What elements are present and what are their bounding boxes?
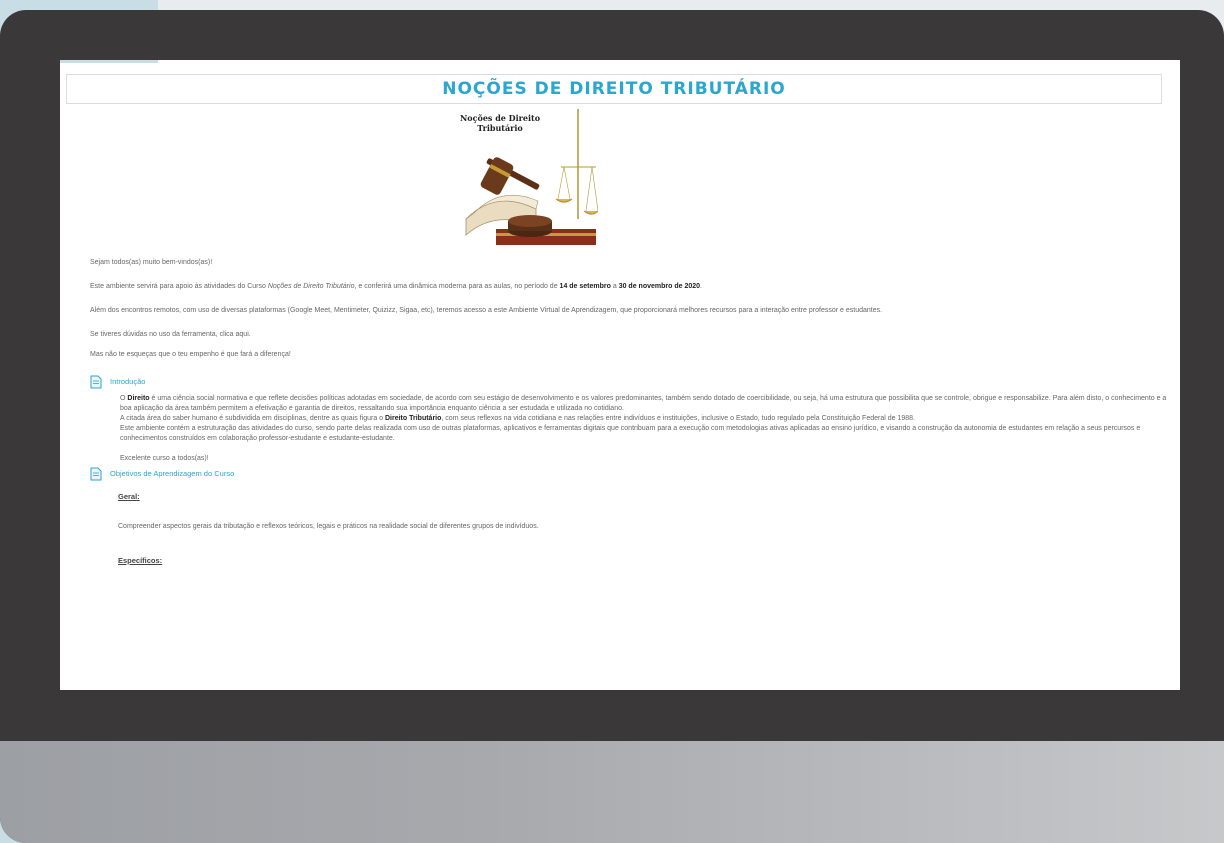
intro-paragraph-2: Além dos encontros remotos, com uso de d… — [90, 307, 883, 314]
introducao-paragraph-3: Este ambiente contém a estruturação das … — [120, 425, 1141, 442]
objetivo-geral-text: Compreender aspectos gerais da tributaçã… — [118, 523, 539, 530]
course-banner-image: Noções de Direito Tributário — [426, 109, 598, 245]
section-introducao: Introdução O Direito é uma ciência socia… — [90, 374, 1170, 464]
image-caption-line1: Noções de Direito — [459, 113, 541, 123]
image-caption: Noções de Direito Tributário — [450, 113, 550, 133]
document-icon — [90, 375, 102, 389]
document-icon — [90, 467, 102, 481]
intro-paragraph-1: Este ambiente servirá para apoio às ativ… — [90, 282, 1170, 292]
introducao-p1-bold: Direito — [127, 395, 150, 402]
intro-p1-and: a — [610, 283, 619, 290]
course-content: Sejam todos(as) muito bem-vindos(as)! Es… — [90, 258, 1170, 566]
intro-p1-course: Noções de Direito Tributário — [267, 283, 355, 290]
monitor-chin — [0, 741, 1224, 843]
browser-viewport[interactable]: NOÇÕES DE DIREITO TRIBUTÁRIO Noções de D… — [60, 60, 1180, 690]
course-title-bar: NOÇÕES DE DIREITO TRIBUTÁRIO — [66, 74, 1162, 104]
page-title: NOÇÕES DE DIREITO TRIBUTÁRIO — [442, 79, 786, 99]
objetivos-link[interactable]: Objetivos de Aprendizagem do Curso — [110, 469, 234, 479]
monitor-frame: NOÇÕES DE DIREITO TRIBUTÁRIO Noções de D… — [0, 10, 1224, 843]
intro-p1-pre: Este ambiente servirá para apoio às ativ… — [90, 283, 268, 290]
introducao-p2-bold: Direito Tributário — [385, 415, 442, 422]
section-objetivos: Objetivos de Aprendizagem do Curso Geral… — [90, 466, 1170, 566]
introducao-paragraph-1: O Direito é uma ciência social normativa… — [120, 394, 1170, 414]
intro-p1-date-end: 30 de novembro de 2020 — [618, 283, 701, 290]
introducao-p1-rest: é uma ciência social normativa e que ref… — [120, 395, 1167, 412]
intro-p1-date-start: 14 de setembro — [559, 283, 611, 290]
help-link-text[interactable]: Se tiveres dúvidas no uso da ferramenta,… — [90, 330, 1170, 340]
introducao-p2-pre: A citada área do saber humano é subdivid… — [120, 415, 385, 422]
introducao-closing: Excelente curso a todos(as)! — [120, 455, 209, 462]
section-introducao-header: Introdução — [90, 374, 1170, 390]
intro-paragraph-4: Mas não te esqueças que o teu empenho é … — [90, 351, 291, 358]
section-objetivos-header: Objetivos de Aprendizagem do Curso — [90, 466, 1170, 482]
intro-p1-end: . — [700, 283, 702, 290]
image-caption-line2: Tributário — [477, 123, 523, 133]
introducao-paragraph-2: A citada área do saber humano é subdivid… — [120, 414, 1170, 424]
screen-accent-bar — [60, 60, 158, 63]
greeting-text: Sejam todos(as) muito bem-vindos(as)! — [90, 259, 213, 266]
introducao-link[interactable]: Introdução — [110, 377, 145, 387]
intro-p1-mid: , e conferirá uma dinâmica moderna para … — [354, 283, 560, 290]
section-introducao-body: O Direito é uma ciência social normativa… — [90, 394, 1170, 464]
objetivos-especificos-heading: Específicos: — [118, 556, 163, 565]
introducao-p2-rest: , com seus reflexos na vida cotidiana e … — [441, 415, 915, 422]
objetivo-geral-heading: Geral: — [118, 492, 140, 501]
